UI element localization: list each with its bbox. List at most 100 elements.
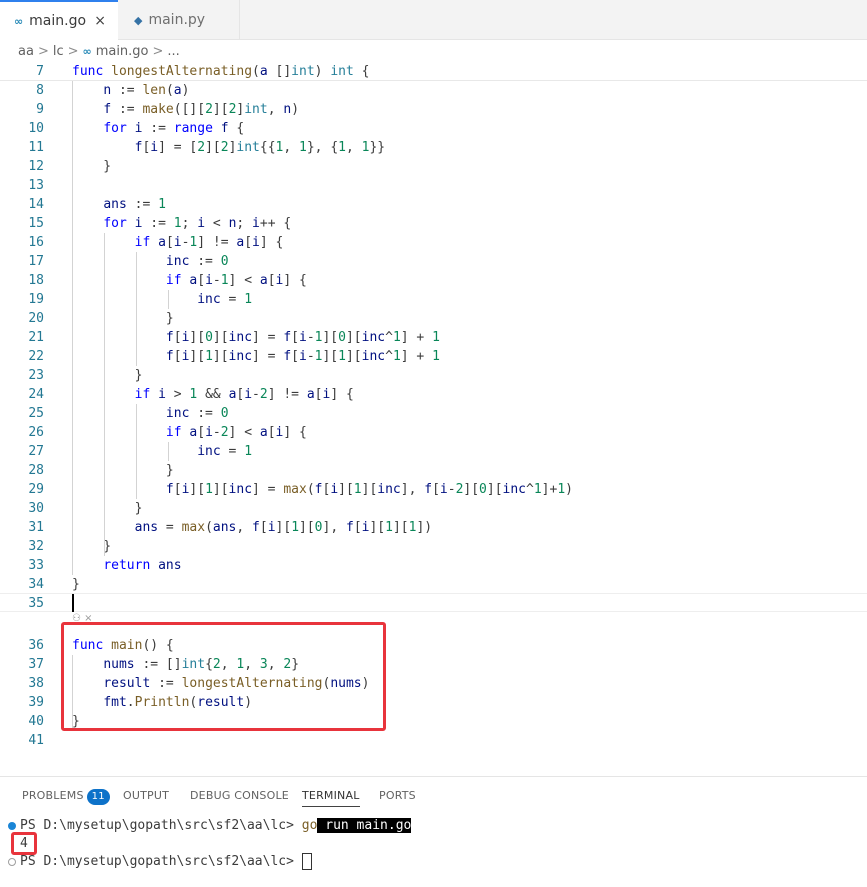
line-number: 40 — [28, 714, 44, 729]
code-text[interactable]: } — [72, 499, 143, 518]
code-line[interactable]: 30 } — [0, 499, 867, 518]
code-text[interactable]: return ans — [72, 556, 181, 575]
code-line[interactable]: 11 f[i] = [2][2]int{{1, 1}, {1, 1}} — [0, 138, 867, 157]
code-text[interactable]: } — [72, 309, 174, 328]
code-text[interactable]: for i := 1; i < n; i++ { — [72, 214, 291, 233]
code-line[interactable]: 12 } — [0, 157, 867, 176]
code-line[interactable]: 34} — [0, 575, 867, 594]
code-line[interactable]: 10 for i := range f { — [0, 119, 867, 138]
code-text[interactable]: if i > 1 && a[i-2] != a[i] { — [72, 385, 354, 404]
breadcrumb-item-aa[interactable]: aa — [18, 44, 34, 59]
code-line[interactable]: 35 — [0, 594, 867, 613]
code-line[interactable]: 24 if i > 1 && a[i-2] != a[i] { — [0, 385, 867, 404]
bottom-panel: PROBLEMS 11 OUTPUT DEBUG CONSOLE TERMINAL… — [0, 776, 867, 887]
code-line[interactable]: 20 } — [0, 309, 867, 328]
code-text[interactable]: f[i][1][inc] = max(f[i][1][inc], f[i-2][… — [72, 480, 573, 499]
code-text[interactable]: inc = 1 — [72, 442, 252, 461]
breadcrumb-item-lc[interactable]: lc — [53, 44, 64, 59]
code-text[interactable]: f[i][0][inc] = f[i-1][0][inc^1] + 1 — [72, 328, 440, 347]
line-number: 26 — [28, 425, 44, 440]
line-number: 36 — [28, 638, 44, 653]
code-line[interactable]: 29 f[i][1][inc] = max(f[i][1][inc], f[i-… — [0, 480, 867, 499]
tab-label: PROBLEMS — [22, 789, 84, 802]
code-line[interactable]: 15 for i := 1; i < n; i++ { — [0, 214, 867, 233]
breadcrumb-item-symbol[interactable]: ... — [167, 44, 179, 59]
code-line[interactable]: 25 inc := 0 — [0, 404, 867, 423]
tab-debug-console[interactable]: DEBUG CONSOLE — [190, 789, 289, 802]
code-line[interactable]: 17 inc := 0 — [0, 252, 867, 271]
code-line[interactable]: 41 — [0, 731, 867, 750]
line-number: 13 — [28, 178, 44, 193]
code-text[interactable]: for i := range f { — [72, 119, 244, 138]
code-line[interactable]: 23 } — [0, 366, 867, 385]
code-line[interactable]: 19 inc = 1 — [0, 290, 867, 309]
chevron-right-icon: > — [67, 43, 79, 59]
code-text[interactable]: } — [72, 537, 111, 556]
tab-output[interactable]: OUTPUT — [123, 789, 169, 802]
code-line[interactable]: 18 if a[i-1] < a[i] { — [0, 271, 867, 290]
close-icon[interactable]: × — [94, 13, 106, 29]
code-text[interactable]: f[i] = [2][2]int{{1, 1}, {1, 1}} — [72, 138, 386, 157]
code-line[interactable]: 32 } — [0, 537, 867, 556]
tab-ports[interactable]: PORTS — [379, 789, 416, 802]
command-success-dot-icon[interactable] — [8, 822, 16, 830]
tab-main-go[interactable]: ∞ main.go × — [0, 0, 118, 40]
code-text[interactable]: ans := 1 — [72, 195, 166, 214]
code-line[interactable]: 9 f := make([][2][2]int, n) — [0, 100, 867, 119]
main-function-highlight-box — [61, 622, 386, 731]
code-line[interactable]: 14 ans := 1 — [0, 195, 867, 214]
code-text[interactable]: } — [72, 157, 111, 176]
code-text[interactable]: f := make([][2][2]int, n) — [72, 100, 299, 119]
indent-guide — [168, 290, 169, 309]
code-line[interactable]: 26 if a[i-2] < a[i] { — [0, 423, 867, 442]
code-line[interactable]: 22 f[i][1][inc] = f[i-1][1][inc^1] + 1 — [0, 347, 867, 366]
line-number: 37 — [28, 657, 44, 672]
chevron-right-icon: > — [152, 43, 164, 59]
code-line[interactable]: 21 f[i][0][inc] = f[i-1][0][inc^1] + 1 — [0, 328, 867, 347]
code-text[interactable]: if a[i-1] < a[i] { — [72, 271, 307, 290]
code-text[interactable]: inc = 1 — [72, 290, 252, 309]
tab-label: main.py — [148, 12, 206, 28]
code-line[interactable]: 13 — [0, 176, 867, 195]
go-icon: ∞ — [82, 44, 92, 58]
breadcrumb: aa > lc > ∞ main.go > ... — [0, 40, 867, 62]
line-number: 38 — [28, 676, 44, 691]
line-number: 14 — [28, 197, 44, 212]
code-line[interactable]: 8 n := len(a) — [0, 81, 867, 100]
line-number: 25 — [28, 406, 44, 421]
tab-terminal[interactable]: TERMINAL — [302, 789, 360, 807]
code-text[interactable]: inc := 0 — [72, 252, 229, 271]
code-text[interactable]: if a[i-2] < a[i] { — [72, 423, 307, 442]
code-line[interactable]: 31 ans = max(ans, f[i][1][0], f[i][1][1]… — [0, 518, 867, 537]
line-number: 22 — [28, 349, 44, 364]
indent-guide — [104, 233, 105, 556]
tab-problems[interactable]: PROBLEMS 11 — [22, 789, 110, 805]
line-number: 29 — [28, 482, 44, 497]
tab-main-py[interactable]: ◆ main.py — [120, 0, 240, 40]
line-number: 28 — [28, 463, 44, 478]
code-text[interactable]: } — [72, 461, 174, 480]
code-line[interactable]: 27 inc = 1 — [0, 442, 867, 461]
code-line[interactable]: 33 return ans — [0, 556, 867, 575]
code-line[interactable]: 16 if a[i-1] != a[i] { — [0, 233, 867, 252]
code-text[interactable]: } — [72, 366, 143, 385]
code-text[interactable]: inc := 0 — [72, 404, 229, 423]
terminal-prompt: PS D:\mysetup\gopath\src\sf2\aa\lc> — [20, 818, 302, 833]
code-text[interactable]: n := len(a) — [72, 81, 189, 100]
indent-guide — [136, 404, 137, 499]
code-line[interactable]: 28 } — [0, 461, 867, 480]
code-text[interactable]: func longestAlternating(a []int) int { — [72, 62, 369, 81]
command-pending-dot-icon[interactable] — [8, 858, 16, 866]
breadcrumb-item-file[interactable]: main.go — [96, 44, 149, 59]
output-highlight-box — [11, 832, 37, 855]
line-number: 17 — [28, 254, 44, 269]
line-number: 9 — [36, 102, 44, 117]
code-text[interactable]: ans = max(ans, f[i][1][0], f[i][1][1]) — [72, 518, 432, 537]
terminal-cursor — [301, 853, 312, 870]
indent-guide — [168, 442, 169, 461]
code-line[interactable]: 7 func longestAlternating(a []int) int { — [0, 62, 867, 81]
line-number: 21 — [28, 330, 44, 345]
problems-count-badge: 11 — [86, 789, 110, 805]
code-text[interactable]: f[i][1][inc] = f[i-1][1][inc^1] + 1 — [72, 347, 440, 366]
code-text[interactable]: } — [72, 575, 80, 594]
